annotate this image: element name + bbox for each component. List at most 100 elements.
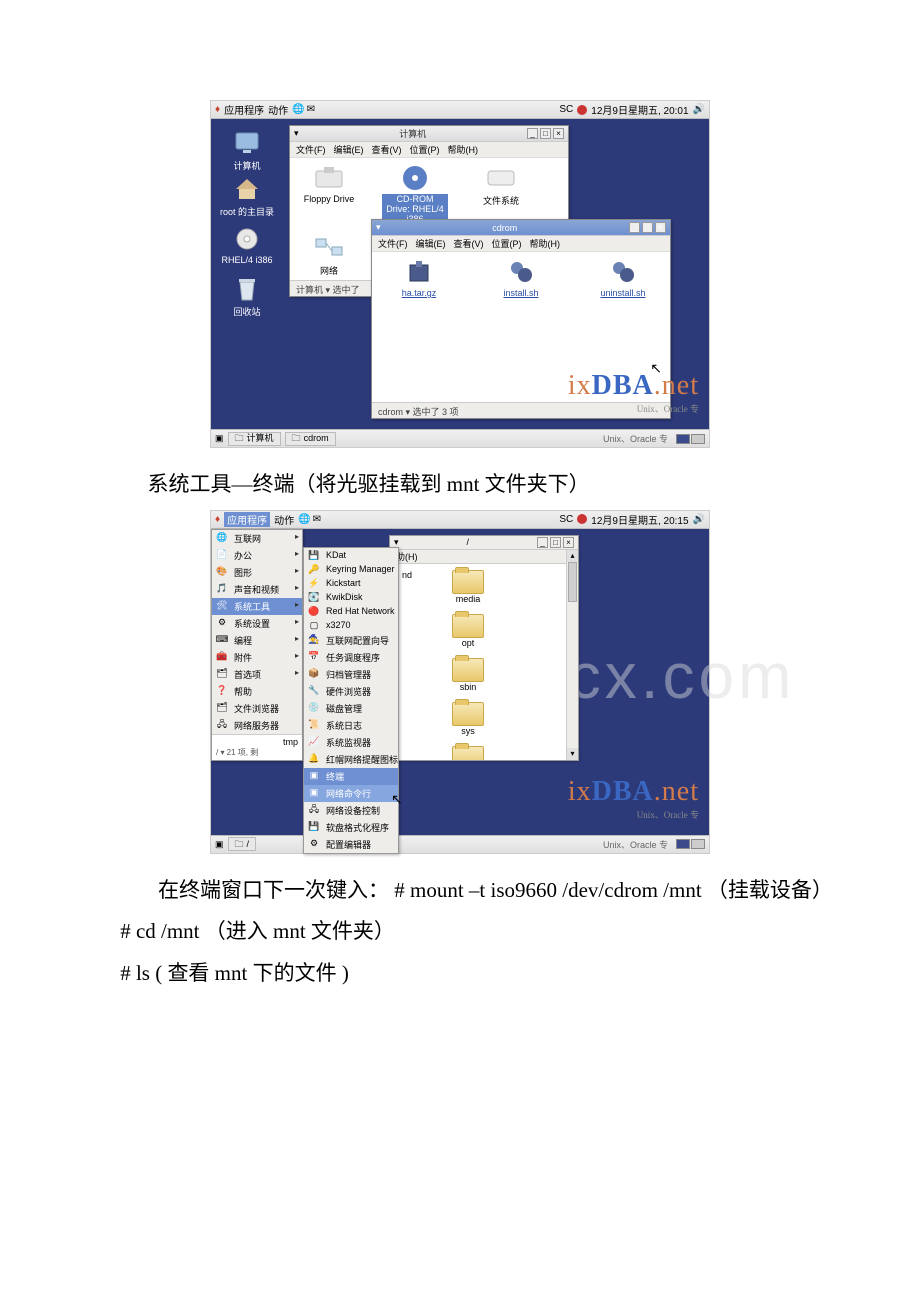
menu-edit[interactable]: 编辑(E) — [416, 237, 446, 250]
submenu-disk-management[interactable]: 💿磁盘管理 — [304, 700, 398, 717]
submenu-internet-wizard[interactable]: 🧙互联网配置向导 — [304, 632, 398, 649]
folder-media[interactable]: media — [452, 570, 484, 604]
submenu-kickstart[interactable]: ⚡Kickstart — [304, 576, 398, 590]
submenu-rhn-alert[interactable]: 🔔红帽网络提醒图标 — [304, 751, 398, 768]
panel-actions[interactable]: 动作 — [268, 102, 288, 117]
menu-help[interactable]: 帮助(H) — [530, 237, 561, 250]
minimize-button[interactable]: _ — [537, 537, 548, 548]
panel-launchers[interactable]: 🌐 ✉ — [292, 104, 315, 115]
submenu-network-cmd[interactable]: ▣网络命令行 — [304, 785, 398, 802]
desktop-trash[interactable]: 回收站 — [221, 275, 273, 318]
submenu-network-device-control[interactable]: 🖧网络设备控制 — [304, 802, 398, 819]
taskbar-root[interactable]: 🗀/ — [228, 837, 257, 851]
maximize-button[interactable]: □ — [642, 222, 653, 233]
taskbar-cdrom[interactable]: 🗀cdrom — [285, 432, 336, 446]
menu-system-tools[interactable]: 🛠系统工具 — [212, 598, 302, 615]
scroll-thumb[interactable] — [568, 562, 577, 602]
scroll-up-icon[interactable]: ▴ — [567, 550, 578, 562]
menu-help[interactable]: 帮助(H) — [448, 143, 479, 156]
menu-file[interactable]: 文件(F) — [296, 143, 326, 156]
browser-icon[interactable]: 🌐 — [292, 104, 304, 115]
menu-edit[interactable]: 编辑(E) — [334, 143, 364, 156]
submenu-system-log[interactable]: 📜系统日志 — [304, 717, 398, 734]
show-desktop-icon[interactable]: ▣ — [215, 433, 224, 444]
file-ha-tar-gz[interactable]: ha.tar.gz — [386, 258, 452, 396]
menu-sound[interactable]: 🎵声音和视频 — [212, 581, 302, 598]
submenu-hardware-browser[interactable]: 🔧硬件浏览器 — [304, 683, 398, 700]
menu-office[interactable]: 📄办公 — [212, 547, 302, 564]
folder-opt[interactable]: opt — [452, 614, 484, 648]
show-desktop-icon[interactable]: ▣ — [215, 839, 224, 850]
clock[interactable]: 12月9日星期五, 20:15 — [591, 512, 688, 527]
menu-accessories[interactable]: 🧰附件 — [212, 649, 302, 666]
harddisk-icon — [484, 164, 518, 192]
workspace-switcher[interactable] — [676, 434, 705, 444]
menu-view[interactable]: 查看(V) — [372, 143, 402, 156]
menu-help[interactable]: ❓帮助 — [212, 683, 302, 700]
close-button[interactable]: × — [655, 222, 666, 233]
submenu-config-editor[interactable]: ⚙配置编辑器 — [304, 836, 398, 853]
menu-help-partial[interactable]: 助(H) — [396, 552, 418, 562]
menu-programming[interactable]: ⌨编程 — [212, 632, 302, 649]
minimize-button[interactable]: _ — [629, 222, 640, 233]
menu-netservers[interactable]: 🖧网络服务器 — [212, 717, 302, 734]
rhn-alert-icon[interactable] — [577, 514, 587, 524]
submenu-x3270[interactable]: ▢x3270 — [304, 618, 398, 632]
clock[interactable]: 12月9日星期五, 20:01 — [591, 102, 688, 117]
desktop-home[interactable]: root 的主目录 — [215, 175, 279, 218]
window-computer-titlebar[interactable]: ▾ 计算机 _ □ × — [290, 126, 568, 142]
rhn-alert-icon[interactable] — [577, 105, 587, 115]
menu-file[interactable]: 文件(F) — [378, 237, 408, 250]
input-method[interactable]: SC — [559, 514, 573, 525]
folder-sbin[interactable]: sbin — [452, 658, 484, 692]
menu-places[interactable]: 位置(P) — [410, 143, 440, 156]
folder-icon: 🗀 — [235, 432, 244, 445]
browser-icon[interactable]: 🌐 — [298, 514, 310, 525]
volume-icon[interactable]: 🔊 — [693, 104, 705, 115]
input-method[interactable]: SC — [559, 104, 573, 115]
folder-sys[interactable]: sys — [452, 702, 484, 736]
menu-internet[interactable]: 🌐互联网 — [212, 530, 302, 547]
network-loc[interactable]: 网络 — [296, 234, 362, 277]
window-cdrom-titlebar[interactable]: ▾ cdrom _ □ × — [372, 220, 670, 236]
panel-apps[interactable]: 应用程序 — [224, 102, 264, 117]
menu-graphics[interactable]: 🎨图形 — [212, 564, 302, 581]
menu-view[interactable]: 查看(V) — [454, 237, 484, 250]
desktop-rhel-cd[interactable]: RHEL/4 i386 — [219, 225, 275, 265]
submenu-redhat-network[interactable]: 🔴Red Hat Network — [304, 604, 398, 618]
mail-icon[interactable]: ✉ — [313, 514, 321, 525]
submenu-keyring[interactable]: 🔑Keyring Manager — [304, 562, 398, 576]
submenu-kdat[interactable]: 💾KDat — [304, 548, 398, 562]
scroll-down-icon[interactable]: ▾ — [567, 748, 578, 760]
minimize-button[interactable]: _ — [527, 128, 538, 139]
folder-nd[interactable]: nd — [402, 570, 412, 580]
workspace-switcher[interactable] — [676, 839, 705, 849]
maximize-button[interactable]: □ — [540, 128, 551, 139]
submenu-floppy-formatter[interactable]: 💾软盘格式化程序 — [304, 819, 398, 836]
close-button[interactable]: × — [563, 537, 574, 548]
close-button[interactable]: × — [553, 128, 564, 139]
scrollbar[interactable]: ▴ ▾ — [566, 550, 578, 760]
panel-apps[interactable]: 应用程序 — [224, 512, 270, 527]
panel-launchers[interactable]: 🌐 ✉ — [298, 514, 321, 525]
folder-var[interactable]: var — [452, 746, 484, 760]
file-install-sh[interactable]: install.sh — [488, 258, 554, 396]
submenu-archive-manager[interactable]: 📦归档管理器 — [304, 666, 398, 683]
submenu-kwikdisk[interactable]: 💽KwikDisk — [304, 590, 398, 604]
menu-system-settings[interactable]: ⚙系统设置 — [212, 615, 302, 632]
menu-places[interactable]: 位置(P) — [492, 237, 522, 250]
desktop-computer[interactable]: 计算机 — [221, 129, 273, 172]
submenu-system-monitor[interactable]: 📈系统监视器 — [304, 734, 398, 751]
menu-filebrowser[interactable]: 🗂文件浏览器 — [212, 700, 302, 717]
file-browser-titlebar[interactable]: ▾ / _ □ × — [390, 536, 578, 550]
volume-icon[interactable]: 🔊 — [693, 514, 705, 525]
floppy-drive[interactable]: Floppy Drive — [296, 164, 362, 228]
taskbar-computer[interactable]: 🗀计算机 — [228, 432, 281, 446]
maximize-button[interactable]: □ — [550, 537, 561, 548]
submenu-terminal[interactable]: ▣终端 — [304, 768, 398, 785]
panel-actions[interactable]: 动作 — [274, 512, 294, 527]
menu-preferences[interactable]: 🗂首选项 — [212, 666, 302, 683]
floppy-icon — [312, 164, 346, 192]
mail-icon[interactable]: ✉ — [307, 104, 315, 115]
submenu-task-scheduler[interactable]: 📅任务调度程序 — [304, 649, 398, 666]
